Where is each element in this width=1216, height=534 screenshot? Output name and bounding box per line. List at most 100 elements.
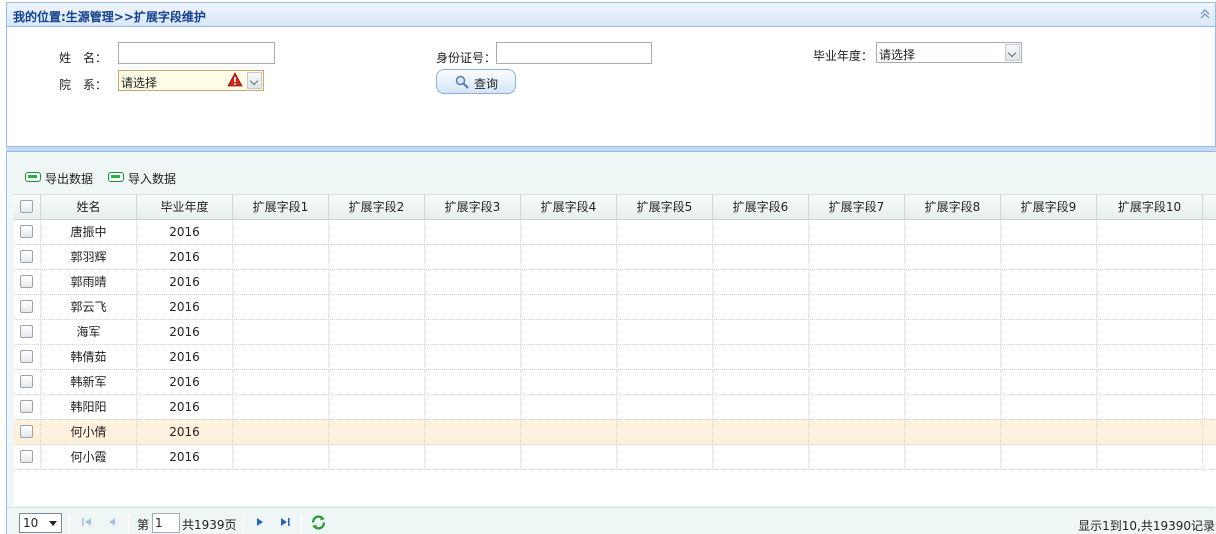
cell-extension-field xyxy=(1001,445,1097,470)
row-checkbox[interactable] xyxy=(20,400,33,413)
cell-extension-field xyxy=(617,370,713,395)
row-checkbox[interactable] xyxy=(20,325,33,338)
cell-extension-field xyxy=(521,445,617,470)
page-prefix-label: 第 xyxy=(137,518,150,532)
cell-extension-field xyxy=(617,295,713,320)
row-checkbox[interactable] xyxy=(20,350,33,363)
page-size-select[interactable]: 10 xyxy=(19,513,62,533)
total-pages-label: 共1939页 xyxy=(182,518,237,532)
column-header[interactable]: 扩展字段2 xyxy=(329,195,425,220)
cell-extension-field xyxy=(233,395,329,420)
column-header[interactable]: 扩展字段9 xyxy=(1001,195,1097,220)
cell-extension-field xyxy=(329,320,425,345)
table-row[interactable]: 韩倩茹 2016 xyxy=(14,345,1216,370)
cell-extension-field xyxy=(233,270,329,295)
column-header[interactable]: 姓名 xyxy=(41,195,137,220)
data-grid: 姓名 毕业年度 扩展字段1 扩展字段2 扩展字段3 扩展字段4 扩展字段5 扩展字段6 扩展字段… xyxy=(14,194,1216,506)
table-row[interactable]: 唐振中 2016 xyxy=(14,220,1216,245)
table-row[interactable]: 韩阳阳 2016 xyxy=(14,395,1216,420)
last-page-icon[interactable] xyxy=(278,515,292,529)
table-row[interactable]: 郭云飞 2016 xyxy=(14,295,1216,320)
column-header[interactable]: 扩展字段3 xyxy=(425,195,521,220)
graduation-year-select[interactable]: 请选择 xyxy=(876,42,1022,63)
column-header[interactable]: 毕业年度 xyxy=(137,195,233,220)
cell-extension-field xyxy=(233,295,329,320)
record-summary: 显示1到10,共19390记录 xyxy=(1078,519,1215,533)
name-label: 姓 名： xyxy=(59,51,108,65)
row-checkbox[interactable] xyxy=(20,275,33,288)
id-number-label: 身份证号： xyxy=(436,51,497,65)
cell-extension-field xyxy=(521,220,617,245)
row-checkbox[interactable] xyxy=(20,450,33,463)
first-page-icon[interactable] xyxy=(80,515,94,529)
grid-header: 姓名 毕业年度 扩展字段1 扩展字段2 扩展字段3 扩展字段4 扩展字段5 扩展字段6 扩展字段… xyxy=(14,194,1216,220)
cell-extension-field xyxy=(713,295,809,320)
name-input[interactable] xyxy=(118,42,275,64)
column-header[interactable]: 扩展字段8 xyxy=(905,195,1001,220)
pagination-bar: 10 第 1 共1939页 显示1到10,共19390记录 xyxy=(7,507,1215,534)
cell-extension-field xyxy=(1001,345,1097,370)
cell-extension-field xyxy=(617,420,713,445)
row-checkbox[interactable] xyxy=(20,225,33,238)
table-row[interactable]: 何小霞 2016 xyxy=(14,445,1216,470)
panel-header: 我的位置:生源管理>>扩展字段维护 xyxy=(7,3,1215,27)
cell-extension-field xyxy=(1097,370,1203,395)
table-row[interactable]: 韩新军 2016 xyxy=(14,370,1216,395)
pager-separator xyxy=(301,514,302,532)
current-page-input[interactable]: 1 xyxy=(152,513,180,533)
row-checkbox[interactable] xyxy=(20,300,33,313)
cell-extension-field xyxy=(905,320,1001,345)
id-number-input[interactable] xyxy=(496,42,652,64)
collapse-icon[interactable] xyxy=(1199,8,1211,20)
department-label: 院 系： xyxy=(59,78,108,92)
cell-extension-field xyxy=(905,420,1001,445)
select-all-checkbox[interactable] xyxy=(20,200,33,213)
chevron-down-icon[interactable] xyxy=(247,72,262,89)
app-window: 我的位置:生源管理>>扩展字段维护 姓 名： 身份证号： 毕业年度： 请选择 院… xyxy=(0,0,1216,534)
chevron-down-icon[interactable] xyxy=(1005,44,1020,61)
cell-extension-field xyxy=(521,370,617,395)
column-header[interactable]: 扩展字段4 xyxy=(521,195,617,220)
pager-separator xyxy=(243,514,244,532)
column-header[interactable]: 扩展字段1 xyxy=(233,195,329,220)
cell-extension-field xyxy=(809,320,905,345)
previous-page-icon[interactable] xyxy=(105,515,119,529)
cell-extension-field xyxy=(1097,445,1203,470)
cell-graduation-year: 2016 xyxy=(137,295,233,320)
cell-extension-field xyxy=(425,320,521,345)
query-button[interactable]: 查询 xyxy=(436,69,516,94)
table-row[interactable]: 何小倩 2016 xyxy=(14,420,1216,445)
column-header[interactable]: 扩展字段10 xyxy=(1097,195,1203,220)
cell-graduation-year: 2016 xyxy=(137,445,233,470)
row-select-cell xyxy=(14,445,41,470)
select-all-cell xyxy=(14,195,41,220)
row-checkbox[interactable] xyxy=(20,425,33,438)
cell-extension-field xyxy=(809,445,905,470)
column-header[interactable]: 扩展字段5 xyxy=(617,195,713,220)
cell-extension-field xyxy=(521,320,617,345)
row-checkbox[interactable] xyxy=(20,250,33,263)
cell-extension-field xyxy=(425,395,521,420)
cell-graduation-year: 2016 xyxy=(137,220,233,245)
cell-extension-field xyxy=(521,295,617,320)
pager-separator xyxy=(128,514,129,532)
export-data-label: 导出数据 xyxy=(45,172,94,186)
cell-graduation-year: 2016 xyxy=(137,345,233,370)
row-select-cell xyxy=(14,420,41,445)
row-select-cell xyxy=(14,395,41,420)
column-header[interactable]: 扩展字段6 xyxy=(713,195,809,220)
row-checkbox[interactable] xyxy=(20,375,33,388)
department-select[interactable]: 请选择 xyxy=(118,70,264,91)
export-data-button[interactable]: 导出数据 xyxy=(25,169,97,186)
refresh-icon[interactable] xyxy=(310,514,327,531)
table-row[interactable]: 郭羽辉 2016 xyxy=(14,245,1216,270)
table-row[interactable]: 海军 2016 xyxy=(14,320,1216,345)
column-header[interactable]: 扩展字段7 xyxy=(809,195,905,220)
cell-extension-field xyxy=(1001,420,1097,445)
cell-extension-field xyxy=(521,420,617,445)
table-row[interactable]: 郭雨晴 2016 xyxy=(14,270,1216,295)
import-data-button[interactable]: 导入数据 xyxy=(108,169,180,186)
cell-extension-field xyxy=(1001,295,1097,320)
cell-extension-field xyxy=(905,245,1001,270)
next-page-icon[interactable] xyxy=(253,515,267,529)
